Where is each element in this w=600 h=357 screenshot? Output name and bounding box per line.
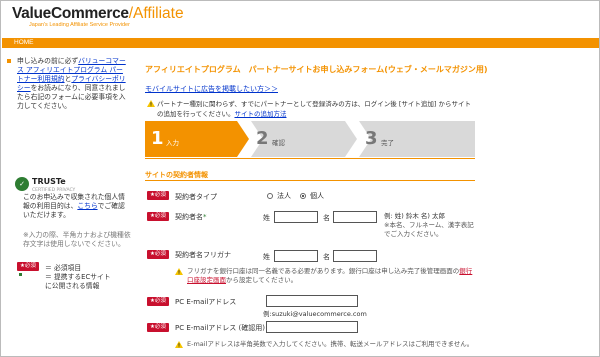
warning-icon [175,341,183,348]
required-badge: ★必須 [147,191,169,200]
step-3-number: 3 [365,128,378,149]
name-note-text: ※本名、フルネーム、漢字表記でご入力ください。 [384,221,474,238]
mobile-site-link[interactable]: モバイルサイトに広告を掲載したい方＞＞ [145,84,278,94]
required-badge: ★必須 [147,250,169,259]
truste-icon: ✓ [15,177,29,191]
kana-label: 契約者名フリガナ [175,251,231,259]
email-example: 例:suzuki@valuecommerce.com [263,310,367,318]
step-3-label: 完了 [381,139,394,147]
required-badge: ★必須 [17,262,39,271]
add-site-howto-link[interactable]: サイトの追加方法 [234,110,286,118]
step-2-number: 2 [256,128,269,149]
privacy-purpose-link[interactable]: こちら [77,202,97,210]
mei-input[interactable] [333,211,377,223]
kana-warning: フリガナを銀行口座は同一名義である必要があります。銀行口座は申し込み完了後管理画… [187,267,477,285]
page-title: アフィリエイトプログラム パートナーサイトお申し込みフォーム(ウェブ・メールマガ… [145,65,488,74]
info-text: パートナー種別に関わらず、すでにパートナーとして登録済みの方は、ログイン後 [サ… [157,100,471,118]
step-indicator [145,121,475,157]
email-input[interactable] [266,295,358,307]
email-warning: E-mailアドレスは半角英数で入力してください。携帯、転送メールアドレスはご利… [187,340,474,348]
contract-type-label: 契約者タイプ [175,193,217,201]
ec-info-mark-icon [19,273,22,276]
truste-seal[interactable]: ✓ TRUSTe CERTIFIED PRIVACY [15,177,85,193]
section-title: サイトの契約者情報 [145,171,208,179]
sidebar-intro-text: をお読みになり、同意されましたら右記のフォームに必要事項を入力してください。 [17,84,126,110]
nav-home-link[interactable]: HOME [14,39,34,46]
privacy-purpose-text: このお申込みで収集された個人情報の利用目的は、こちらでご確認いただけます。 [23,193,131,220]
mei-label: 名 [323,214,330,222]
kana-sei-input[interactable] [274,250,318,262]
name-example-text: 例: 姓) 鈴木 名) 太郎 [384,212,446,220]
individual-radio-label: 個人 [310,192,324,200]
nav-bar: HOME [2,38,599,48]
sei-input[interactable] [274,211,318,223]
sei-label: 姓 [263,214,270,222]
kana-mei-input[interactable] [333,250,377,262]
kana-sei-label: 姓 [263,253,270,261]
divider [145,158,475,159]
step-2-label: 確認 [272,139,285,147]
required-badge: ★必須 [147,323,169,332]
tagline: Japan's Leading Affiliate Service Provid… [29,22,130,28]
input-note: ※入力の際、半角カナおよび機種依存文字は使用しないでください。 [23,231,131,248]
email-confirm-input[interactable] [266,321,358,333]
name-example: 例: 姓) 鈴木 名) 太郎 ※本名、フルネーム、漢字表記でご入力ください。 [384,212,476,239]
kana-warning-text: から設定してください。 [226,276,298,284]
email-label: PC E-mailアドレス [175,298,237,306]
name-label-text: 契約者名 [175,213,203,221]
kana-warning-text: フリガナを銀行口座は同一名義である必要があります。銀行口座は申し込み完了後管理画… [187,267,460,275]
divider [145,180,475,181]
bullet-icon [7,59,11,63]
email-confirm-label: PC E-mailアドレス (確認用) [175,324,265,332]
corp-radio-label: 法人 [277,192,291,200]
logo-sub-text: Affiliate [133,5,184,22]
kana-mei-label: 名 [323,253,330,261]
required-badge: ★必須 [147,297,169,306]
name-label: 契約者名* [175,212,207,222]
legend-ec-label: ＝ 提携するECサイトに公開される情報 [45,273,111,290]
ec-info-mark-icon: * [203,213,207,221]
step-1-number: 1 [151,128,164,149]
corp-radio[interactable] [267,193,273,199]
partner-info-text: パートナー種別に関わらず、すでにパートナーとして登録済みの方は、ログイン後 [サ… [157,99,477,119]
warning-icon [175,268,183,275]
sidebar-intro: 申し込みの前に必ずバリューコマース アフィリエイトプログラム パートナー利用規約… [17,57,129,111]
sidebar-intro-text: 申し込みの前に必ず [17,57,79,65]
logo-main-text: ValueCommerce [12,5,129,22]
individual-radio[interactable] [300,193,306,199]
page-frame: ValueCommerce/Affiliate Japan's Leading … [0,0,600,357]
required-badge: ★必須 [147,212,169,221]
warning-icon [147,100,155,107]
step-1-label: 入力 [166,139,179,147]
legend-required-label: ＝ 必須項目 [45,264,82,272]
truste-name: TRUSTe [32,177,66,186]
